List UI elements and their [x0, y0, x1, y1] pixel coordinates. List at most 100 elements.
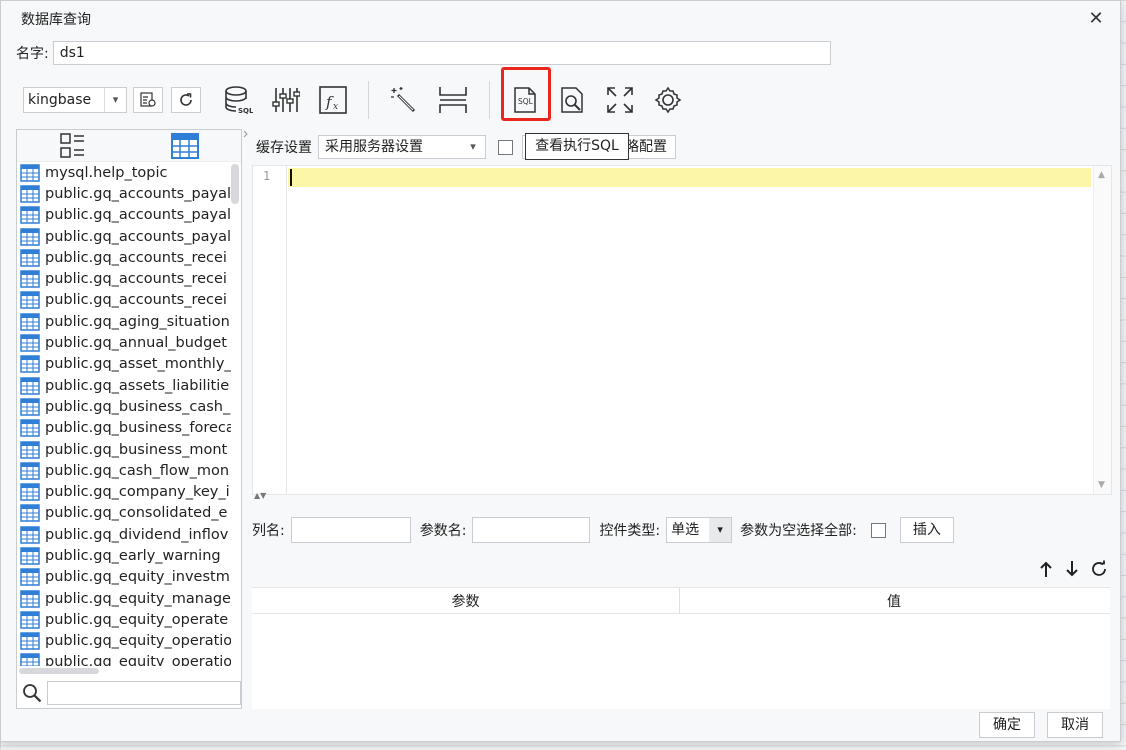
- database-select[interactable]: kingbase ▾: [23, 87, 127, 113]
- settings-button[interactable]: [651, 83, 685, 117]
- sliders-button[interactable]: [268, 83, 302, 117]
- table-list-item[interactable]: public.gq_business_cash_: [17, 396, 231, 417]
- highlight-box: [501, 67, 551, 121]
- close-icon[interactable]: ✕: [1086, 9, 1106, 29]
- database-query-dialog: 数据库查询 ✕ 名字: ds1 kingbase ▾ SQL fx SQL my…: [0, 0, 1121, 742]
- search-icon: [23, 684, 42, 703]
- cache-setting-select[interactable]: 采用服务器设置 ▾: [318, 135, 486, 159]
- table-list-item[interactable]: public.gq_equity_operatio: [17, 652, 231, 666]
- cache-checkbox[interactable]: [498, 139, 513, 155]
- table-name: public.gq_aging_situation: [45, 313, 230, 330]
- table-list-item[interactable]: public.gq_accounts_payal: [17, 183, 231, 204]
- param-column-header[interactable]: 参数: [252, 588, 680, 613]
- table-list-item[interactable]: public.gq_consolidated_e: [17, 503, 231, 524]
- table-list-item[interactable]: public.gq_annual_budget: [17, 332, 231, 353]
- arrow-up-icon[interactable]: [1038, 560, 1054, 578]
- table-list-item[interactable]: public.gq_cash_flow_mon: [17, 460, 231, 481]
- value-column-header[interactable]: 值: [680, 588, 1108, 613]
- query-params-button[interactable]: [133, 87, 163, 113]
- fullscreen-button[interactable]: [603, 83, 637, 117]
- table-name: public.gq_equity_operatio: [45, 654, 231, 666]
- table-tree: mysql.help_topic public.gq_accounts_payal…: [17, 162, 231, 666]
- current-line-highlight: [288, 168, 1091, 187]
- table-list-item[interactable]: public.gq_equity_manage: [17, 588, 231, 609]
- table-name: public.gq_business_cash_: [45, 398, 231, 415]
- table-list-item[interactable]: public.gq_accounts_recei: [17, 247, 231, 268]
- cancel-button[interactable]: 取消: [1047, 712, 1103, 738]
- database-sql-button[interactable]: SQL: [221, 83, 255, 117]
- table-list-item[interactable]: mysql.help_topic: [17, 162, 231, 183]
- scroll-down-icon[interactable]: ▼: [1098, 480, 1105, 490]
- cache-setting-label: 缓存设置: [256, 140, 312, 156]
- view-sql-tooltip: 查看执行SQL: [525, 133, 629, 160]
- table-icon: [20, 227, 40, 246]
- table-list-item[interactable]: public.gq_early_warning: [17, 545, 231, 566]
- table-icon: [20, 504, 40, 523]
- svg-text:SQL: SQL: [238, 107, 253, 115]
- table-list-item[interactable]: public.gq_company_key_i: [17, 481, 231, 502]
- param-table-header: 参数 值: [252, 588, 1110, 614]
- table-grid-icon: [171, 132, 199, 159]
- magic-wand-button[interactable]: [386, 83, 420, 117]
- table-list-panel: mysql.help_topic public.gq_accounts_payal…: [16, 129, 242, 709]
- table-list-item[interactable]: public.gq_equity_investm: [17, 567, 231, 588]
- param-name-input[interactable]: [472, 517, 591, 543]
- param-table-tools: [1038, 557, 1108, 581]
- arrow-down-icon[interactable]: [1064, 560, 1080, 578]
- tab-table-view[interactable]: [129, 130, 241, 161]
- table-name: mysql.help_topic: [45, 164, 168, 181]
- svg-text:x: x: [333, 102, 338, 112]
- table-icon: [20, 653, 40, 666]
- table-list-item[interactable]: public.gq_aging_situation: [17, 311, 231, 332]
- table-list-item[interactable]: public.gq_equity_operatio: [17, 631, 231, 652]
- preview-button[interactable]: [556, 83, 590, 117]
- column-name-label: 列名:: [252, 523, 285, 539]
- table-icon: [20, 419, 40, 437]
- line-number-gutter: 1: [253, 166, 287, 494]
- tab-tree-view[interactable]: [17, 130, 129, 161]
- table-list-item[interactable]: public.gq_accounts_recei: [17, 268, 231, 289]
- table-icon: [20, 185, 40, 203]
- table-list-item[interactable]: public.gq_business_foreca: [17, 418, 231, 439]
- ok-button[interactable]: 确定: [979, 712, 1035, 738]
- editor-vscrollbar[interactable]: ▲ ▼: [1093, 166, 1111, 494]
- name-label: 名字:: [16, 46, 49, 62]
- table-list-item[interactable]: public.gq_dividend_inflov: [17, 524, 231, 545]
- toolbar-separator: [368, 81, 369, 119]
- table-name: public.gq_annual_budget: [45, 335, 227, 352]
- empty-select-all-checkbox[interactable]: [870, 522, 886, 538]
- control-type-select[interactable]: 单选 ▾: [666, 517, 733, 543]
- table-tree-hscrollbar[interactable]: [19, 668, 99, 674]
- table-list-item[interactable]: public.gq_accounts_recei: [17, 290, 231, 311]
- column-name-input[interactable]: [290, 517, 411, 543]
- table-icon: [20, 249, 40, 267]
- dialog-title: 数据库查询: [21, 12, 91, 28]
- table-list-item[interactable]: public.gq_accounts_payal: [17, 226, 231, 247]
- table-search-input[interactable]: [47, 681, 241, 705]
- table-name: public.gq_accounts_payal: [45, 185, 231, 202]
- table-list-item[interactable]: public.gq_equity_operate: [17, 609, 231, 630]
- table-list-item[interactable]: public.gq_accounts_payal: [17, 205, 231, 226]
- table-name: public.gq_business_mont: [45, 441, 228, 458]
- collapse-handle-icon[interactable]: ▲▼: [254, 491, 266, 500]
- insert-button[interactable]: 插入: [899, 517, 954, 543]
- table-name: public.gq_consolidated_e: [45, 505, 228, 522]
- table-name: public.gq_company_key_i: [45, 484, 230, 501]
- scroll-up-icon[interactable]: ▲: [1098, 170, 1105, 180]
- refresh-button[interactable]: [171, 87, 201, 113]
- table-list-item[interactable]: public.gq_asset_monthly_: [17, 354, 231, 375]
- table-tree-vscrollbar[interactable]: [231, 164, 239, 204]
- table-list-item[interactable]: public.gq_assets_liabilitie: [17, 375, 231, 396]
- table-icon: [20, 568, 40, 587]
- table-name: public.gq_equity_operatio: [45, 633, 231, 650]
- formula-button[interactable]: fx: [316, 83, 350, 117]
- table-icon: [20, 376, 40, 395]
- fit-width-button[interactable]: [436, 83, 470, 117]
- sql-editor[interactable]: 1 ▲ ▼: [252, 165, 1112, 495]
- table-list-item[interactable]: public.gq_business_mont: [17, 439, 231, 460]
- dialog-footer: 确定 取消: [1, 709, 1120, 741]
- name-input[interactable]: ds1: [52, 41, 831, 65]
- table-icon: [20, 163, 40, 182]
- chevron-down-icon: ▾: [709, 518, 732, 542]
- refresh-icon[interactable]: [1090, 560, 1108, 578]
